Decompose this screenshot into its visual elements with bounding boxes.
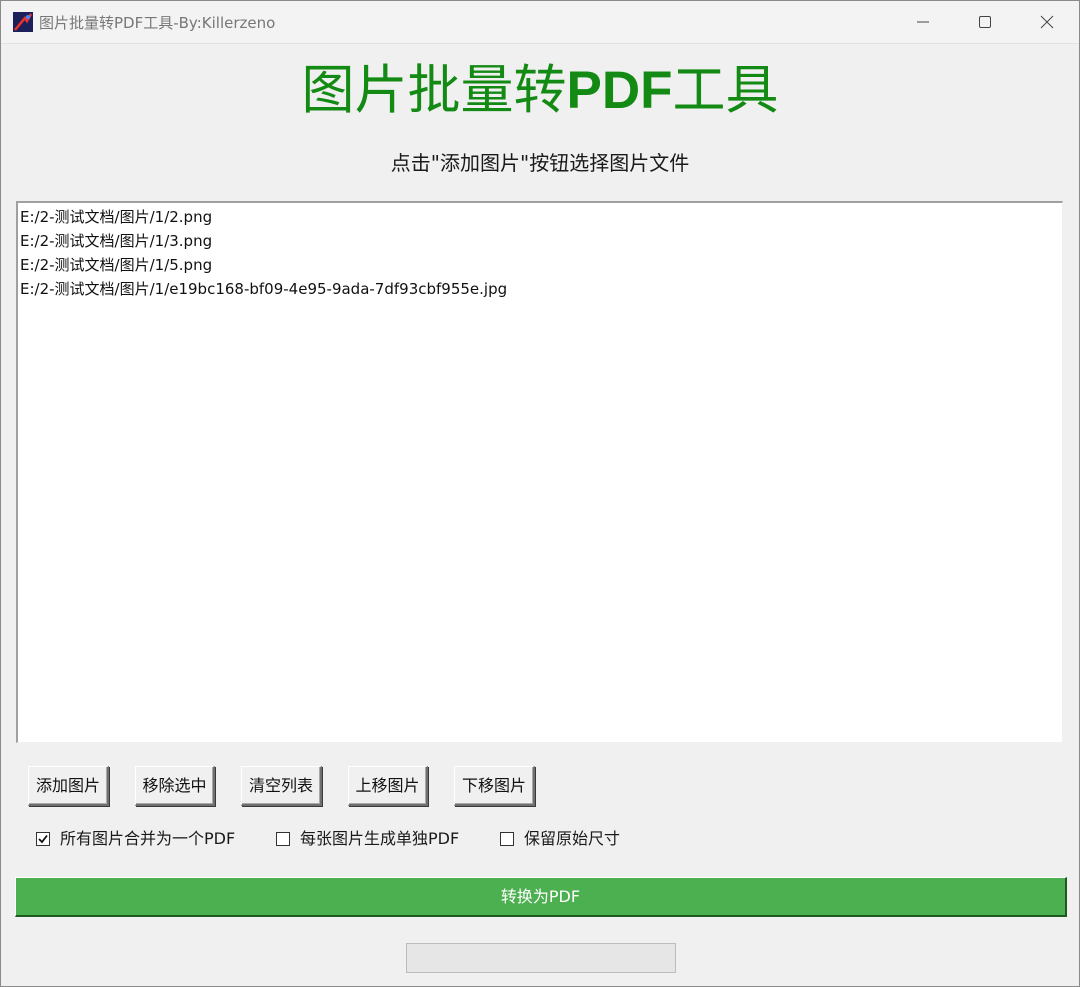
page-title: 图片批量转PDF工具 (1, 55, 1079, 127)
window-title: 图片批量转PDF工具-By:Killerzeno (39, 14, 276, 32)
list-item[interactable]: E:/2-测试文档/图片/1/e19bc168-bf09-4e95-9ada-7… (18, 277, 1062, 301)
progress-bar (406, 943, 676, 973)
clear-list-button[interactable]: 清空列表 (241, 766, 322, 806)
merge-option-label: 所有图片合并为一个PDF (60, 829, 236, 848)
add-images-button[interactable]: 添加图片 (28, 766, 109, 806)
minimize-button[interactable] (891, 1, 955, 43)
convert-button[interactable]: 转换为PDF (15, 877, 1067, 917)
page-title-pdf: PDF (566, 61, 673, 120)
close-button[interactable] (1015, 1, 1079, 43)
merge-checkbox[interactable] (36, 832, 50, 846)
maximize-icon (979, 16, 991, 28)
app-icon (13, 12, 33, 32)
page-title-prefix: 图片批量转 (301, 60, 567, 121)
list-item[interactable]: E:/2-测试文档/图片/1/5.png (18, 253, 1062, 277)
keep-size-checkbox[interactable] (500, 832, 514, 846)
keep-size-option[interactable]: 保留原始尺寸 (500, 827, 640, 851)
page-title-suffix: 工具 (672, 60, 779, 121)
list-item[interactable]: E:/2-测试文档/图片/1/2.png (18, 205, 1062, 229)
close-icon (1040, 15, 1054, 29)
app-window: 图片批量转PDF工具-By:Killerzeno 图片批量转PDF工具 点击"添… (0, 0, 1080, 987)
merge-option[interactable]: 所有图片合并为一个PDF (36, 827, 256, 851)
move-up-button[interactable]: 上移图片 (348, 766, 428, 806)
separate-checkbox[interactable] (276, 832, 290, 846)
list-item[interactable]: E:/2-测试文档/图片/1/3.png (18, 229, 1062, 253)
remove-selected-button[interactable]: 移除选中 (135, 766, 215, 806)
file-listbox[interactable]: E:/2-测试文档/图片/1/2.png E:/2-测试文档/图片/1/3.pn… (16, 201, 1063, 743)
instruction-text: 点击"添加图片"按钮选择图片文件 (390, 151, 690, 175)
separate-option-label: 每张图片生成单独PDF (300, 829, 460, 848)
separate-option[interactable]: 每张图片生成单独PDF (276, 827, 476, 851)
title-bar[interactable]: 图片批量转PDF工具-By:Killerzeno (1, 1, 1079, 44)
move-down-button[interactable]: 下移图片 (454, 766, 535, 806)
minimize-icon (917, 21, 929, 23)
keep-size-option-label: 保留原始尺寸 (524, 829, 621, 848)
checkmark-icon (38, 834, 48, 844)
maximize-button[interactable] (953, 1, 1017, 43)
